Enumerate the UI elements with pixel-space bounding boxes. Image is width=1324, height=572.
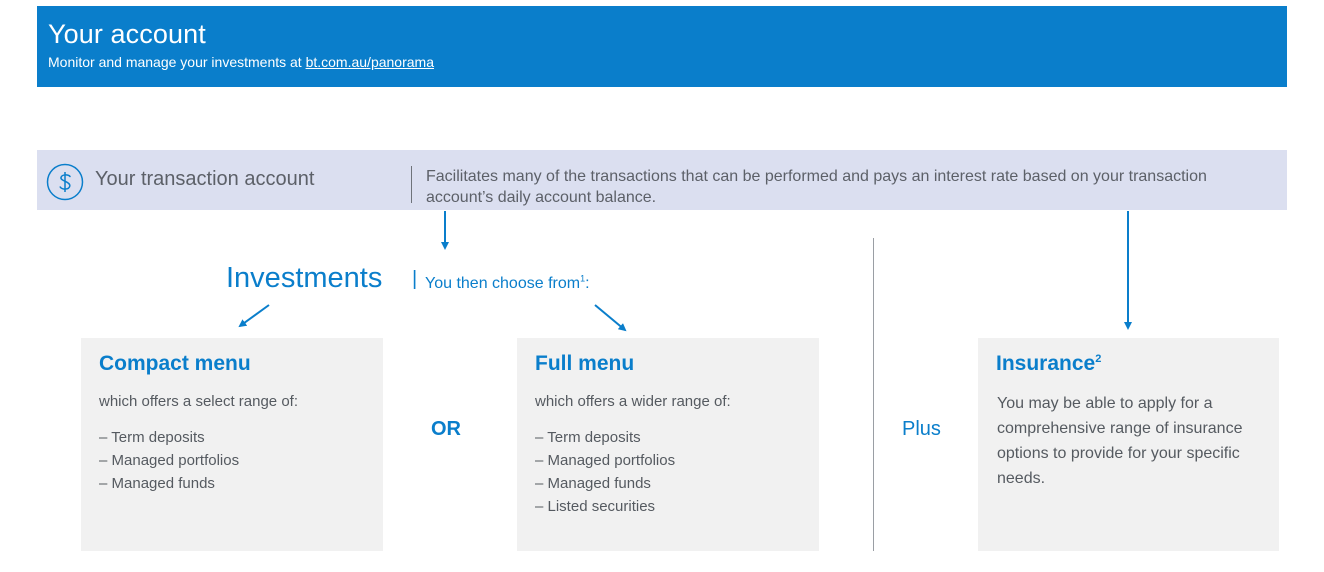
full-menu-card: Full menu which offers a wider range of:… [517, 338, 819, 551]
insurance-title: Insurance2 [996, 352, 1101, 376]
section-divider [873, 238, 874, 551]
compact-menu-title: Compact menu [99, 352, 251, 375]
list-item: – Managed funds [99, 475, 215, 492]
insurance-card: Insurance2 You may be able to apply for … [978, 338, 1279, 551]
compact-menu-list: – Term deposits – Managed portfolios – M… [99, 426, 239, 495]
full-menu-title: Full menu [535, 352, 635, 375]
plus-label: Plus [902, 418, 941, 440]
list-item: – Term deposits [535, 429, 641, 446]
list-item: – Managed portfolios [535, 452, 676, 469]
investments-subtitle: You then choose from1: [425, 274, 590, 293]
compact-menu-card: Compact menu which offers a select range… [81, 338, 383, 551]
full-menu-list: – Term deposits – Managed portfolios – M… [535, 426, 675, 518]
investments-separator: | [412, 268, 418, 290]
insurance-title-text: Insurance [996, 352, 1096, 375]
arrow-to-full-menu [594, 304, 627, 332]
investments-title: Investments [226, 262, 383, 294]
or-label: OR [431, 418, 461, 440]
insurance-body: You may be able to apply for a comprehen… [997, 395, 1243, 487]
investments-subtitle-text: You then choose from [425, 275, 581, 292]
list-item: – Term deposits [99, 429, 205, 446]
investments-subtitle-colon: : [585, 275, 590, 292]
compact-menu-lead: which offers a select range of: [99, 393, 298, 410]
list-item: – Managed portfolios [99, 452, 240, 469]
footnote-2: 2 [1095, 353, 1102, 365]
list-item: – Listed securities [535, 498, 656, 515]
arrow-to-compact-menu [238, 304, 270, 328]
list-item: – Managed funds [535, 475, 651, 492]
full-menu-lead: which offers a wider range of: [535, 393, 731, 410]
